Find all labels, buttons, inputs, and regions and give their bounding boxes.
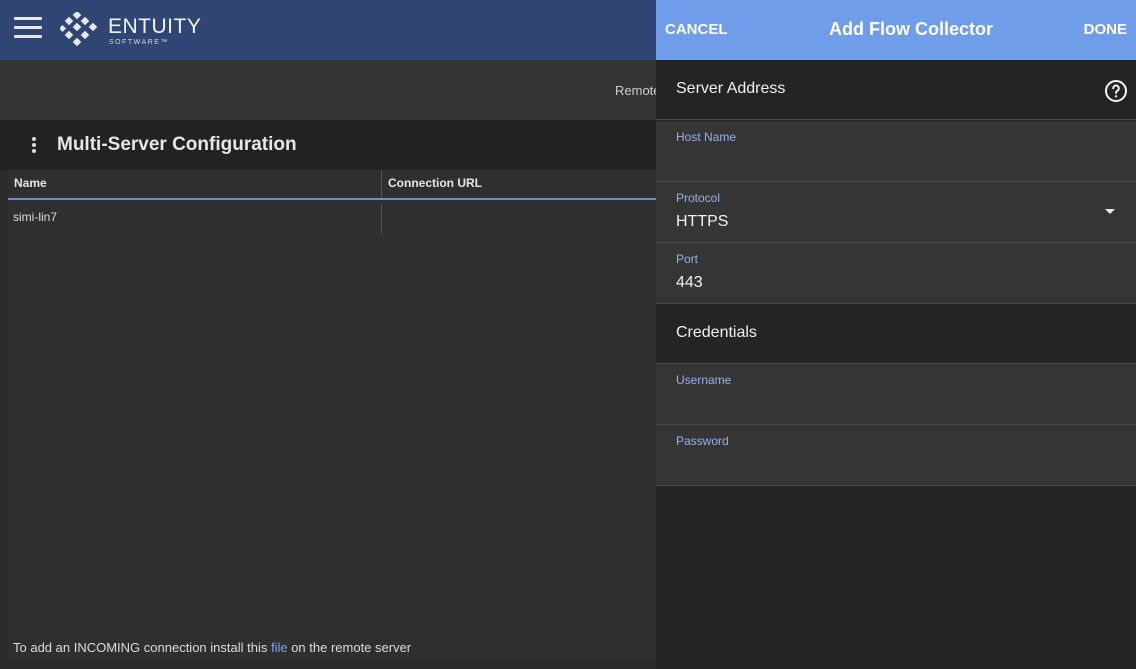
section-server-address: Server Address [656,60,1136,120]
password-input[interactable] [676,456,1096,474]
cell-connection-url [382,204,656,234]
protocol-label: Protocol [676,191,721,205]
host-name-label: Host Name [676,130,737,144]
drawer-toolbar: CANCEL Add Flow Collector DONE [656,0,1136,60]
column-header-connection-url[interactable]: Connection URL [382,170,656,198]
drawer-title: Add Flow Collector [829,19,993,39]
port-label: Port [676,252,699,266]
panel-header: Multi-Server Configuration [0,120,656,170]
protocol-select[interactable]: Protocol HTTPS [656,182,1136,243]
kebab-menu-icon[interactable] [26,137,42,155]
username-field[interactable]: Username [656,364,1136,425]
cancel-button[interactable]: CANCEL [665,21,728,38]
footer-suffix: on the remote server [287,640,412,655]
username-label: Username [676,373,732,387]
add-flow-collector-drawer: CANCEL Add Flow Collector DONE Server Ad… [656,0,1136,669]
protocol-value: HTTPS [676,213,729,230]
host-name-input[interactable] [676,152,1096,170]
cell-name: simi-lin7 [8,204,382,234]
panel-title: Multi-Server Configuration [57,134,297,155]
dropdown-arrow-icon[interactable] [1105,209,1115,214]
file-link[interactable]: file [271,640,288,655]
done-button[interactable]: DONE [1084,21,1127,38]
table-header: Name Connection URL [8,170,656,200]
remote-label: Remote [615,83,661,98]
username-input[interactable] [676,395,1096,413]
host-name-field[interactable]: Host Name [656,121,1136,182]
port-input[interactable] [676,274,1096,292]
section-label-credentials: Credentials [676,324,757,341]
hamburger-menu-icon[interactable] [14,17,42,41]
table-row[interactable]: simi-lin7 [8,202,656,234]
section-credentials: Credentials [656,304,1136,364]
footer-note: To add an INCOMING connection install th… [13,640,411,655]
logo-name: ENTUITY [108,15,202,38]
help-circle-icon[interactable] [1104,79,1128,103]
servers-table: Name Connection URL simi-lin7 [8,170,656,660]
entuity-logo-icon [60,12,98,47]
password-field[interactable]: Password [656,425,1136,486]
entuity-logo[interactable]: ENTUITY SOFTWARE™ [60,12,210,50]
port-field[interactable]: Port [656,243,1136,304]
password-label: Password [676,434,729,448]
footer-prefix: To add an INCOMING connection install th… [13,640,271,655]
column-header-name[interactable]: Name [8,170,382,198]
logo-subtitle: SOFTWARE™ [109,39,169,46]
section-label-server-address: Server Address [676,80,786,97]
